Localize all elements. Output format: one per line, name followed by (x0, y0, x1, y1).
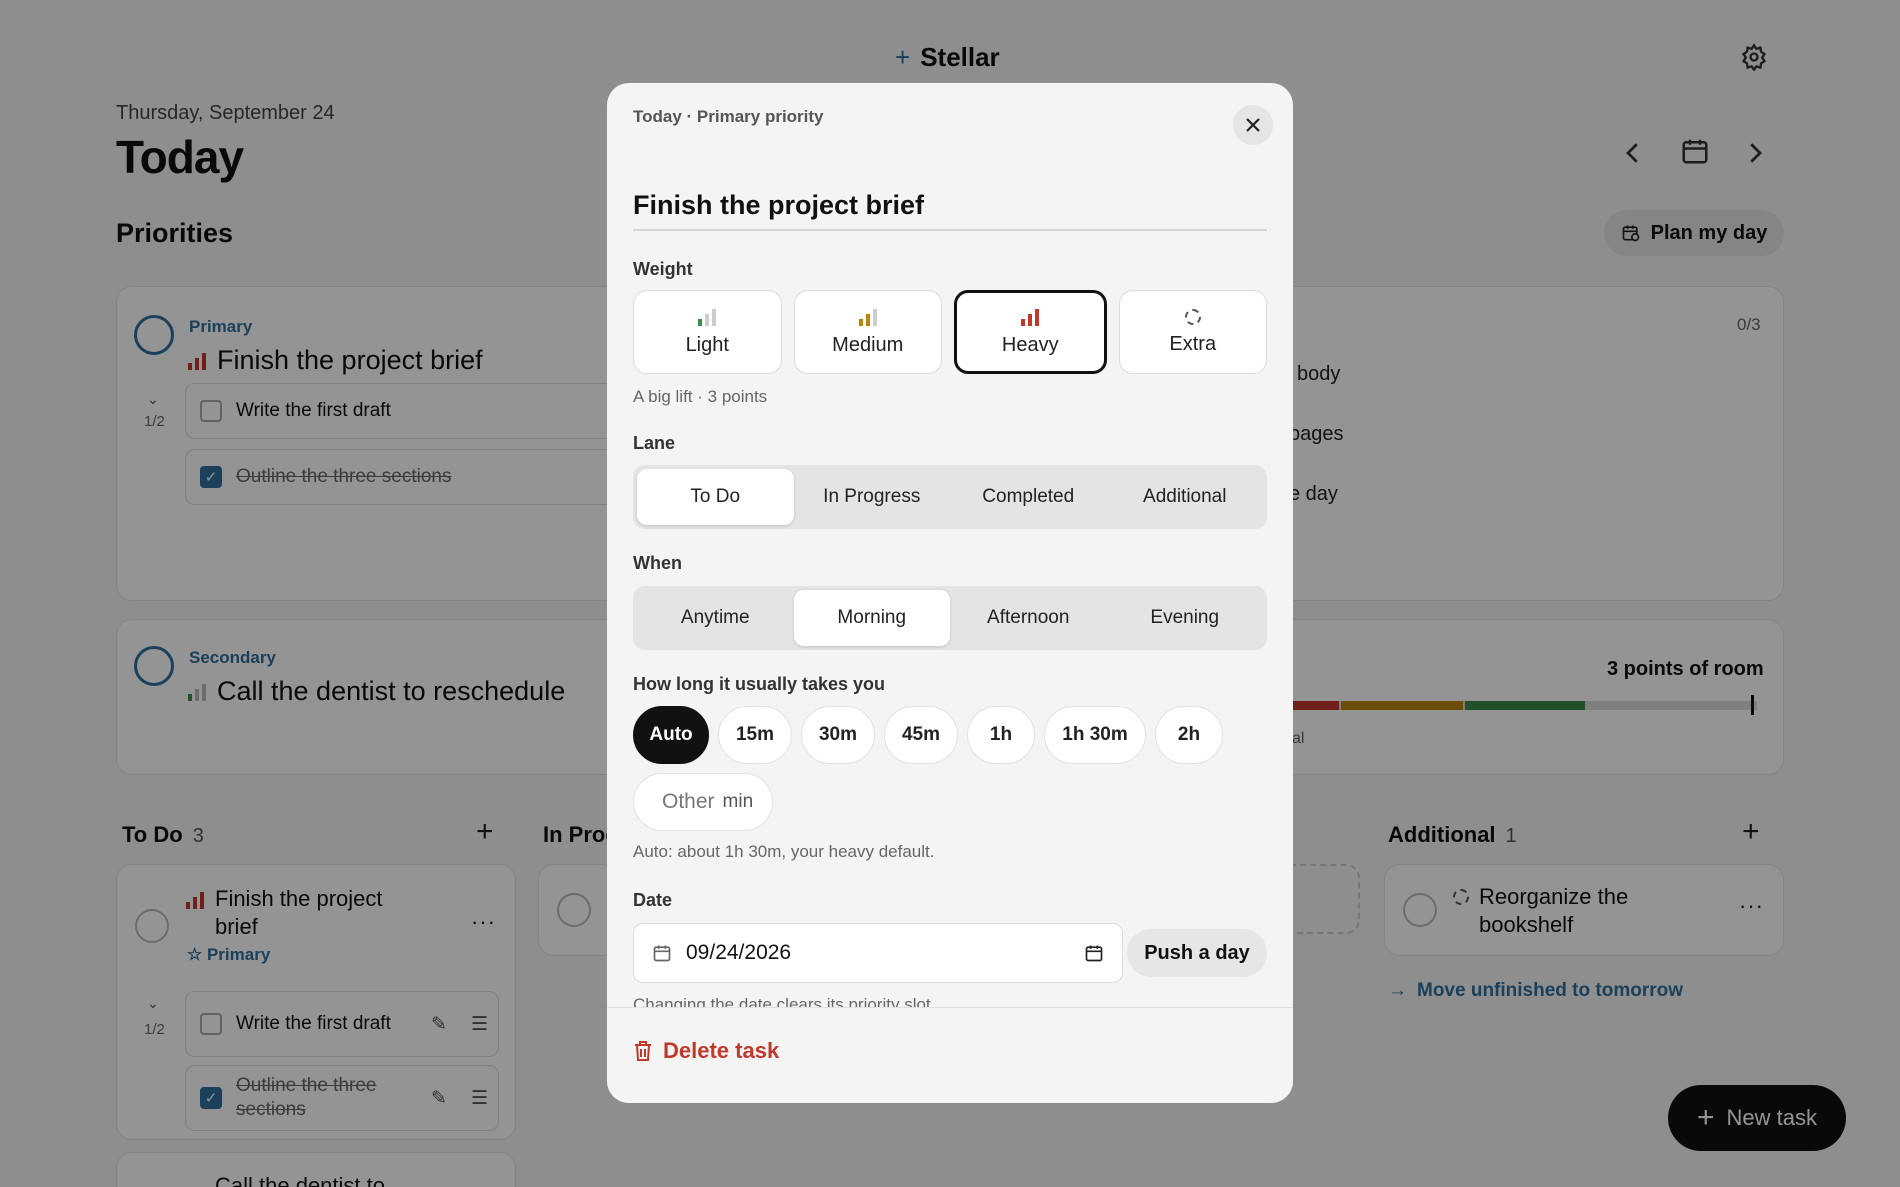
signal-3-icon (1021, 308, 1040, 326)
weight-label-text: Heavy (1001, 333, 1059, 356)
when-option-anytime[interactable]: Anytime (637, 590, 794, 646)
weight-label-text: Medium (832, 333, 904, 356)
close-icon (1246, 118, 1260, 132)
duration-chip-auto[interactable]: Auto (633, 706, 709, 764)
signal-2-icon (858, 308, 877, 326)
duration-hint: Auto: about 1h 30m, your heavy default. (633, 842, 935, 861)
push-a-day-button[interactable]: Push a day (1127, 929, 1267, 977)
when-option-evening[interactable]: Evening (1107, 590, 1264, 646)
lane-option-todo[interactable]: To Do (637, 469, 794, 525)
calendar-icon (653, 945, 671, 962)
date-label: Date (633, 890, 673, 910)
duration-chip-15m[interactable]: 15m (718, 706, 792, 764)
weight-label-text: Extra (1169, 332, 1217, 355)
lane-option-completed[interactable]: Completed (950, 469, 1107, 525)
weight-option-light[interactable]: Light (633, 290, 782, 374)
task-edit-dialog: Today · Primary priority Weight Light Me… (607, 83, 1293, 1103)
close-button[interactable] (1233, 105, 1273, 145)
duration-chip-30m[interactable]: 30m (801, 706, 875, 764)
weight-option-medium[interactable]: Medium (793, 290, 942, 374)
dashed-circle-icon (1184, 308, 1201, 325)
duration-chip-2h[interactable]: 2h (1155, 706, 1223, 764)
duration-label: How long it usually takes you (633, 674, 886, 694)
duration-chip-1h[interactable]: 1h (967, 706, 1035, 764)
other-placeholder: Other (662, 790, 715, 813)
date-input[interactable]: 09/24/2026 (633, 923, 1123, 983)
dialog-footer: Delete task (607, 1007, 1293, 1103)
duration-selector: Auto 15m 30m 45m 1h 1h 30m 2h Other min (633, 706, 1267, 831)
duration-other-input[interactable]: Other min (633, 773, 773, 831)
weight-selector: Light Medium Heavy Extra (633, 290, 1267, 374)
when-label: When (633, 553, 682, 573)
date-value: 09/24/2026 (686, 941, 792, 964)
date-picker-icon[interactable] (1084, 943, 1104, 963)
lane-label: Lane (633, 433, 676, 453)
when-selector: Anytime Morning Afternoon Evening (633, 586, 1267, 650)
trash-icon (635, 1041, 651, 1061)
duration-chip-1h30m[interactable]: 1h 30m (1044, 706, 1146, 764)
weight-label: Weight (633, 259, 693, 279)
weight-label-text: Light (685, 333, 729, 356)
weight-option-heavy[interactable]: Heavy (954, 290, 1107, 374)
task-title-input[interactable] (633, 181, 1267, 231)
delete-task-button[interactable]: Delete task (633, 1038, 779, 1064)
lane-option-inprogress[interactable]: In Progress (794, 469, 951, 525)
duration-chip-45m[interactable]: 45m (884, 706, 958, 764)
delete-task-label: Delete task (663, 1038, 780, 1063)
signal-1-icon (698, 308, 717, 326)
lane-selector: To Do In Progress Completed Additional (633, 465, 1267, 529)
other-unit: min (722, 791, 754, 812)
when-option-afternoon[interactable]: Afternoon (950, 590, 1107, 646)
dialog-kicker: Today · Primary priority (633, 107, 824, 126)
weight-hint: A big lift · 3 points (633, 387, 768, 406)
lane-option-additional[interactable]: Additional (1107, 469, 1264, 525)
weight-option-extra[interactable]: Extra (1118, 290, 1267, 374)
when-option-morning[interactable]: Morning (793, 590, 950, 646)
